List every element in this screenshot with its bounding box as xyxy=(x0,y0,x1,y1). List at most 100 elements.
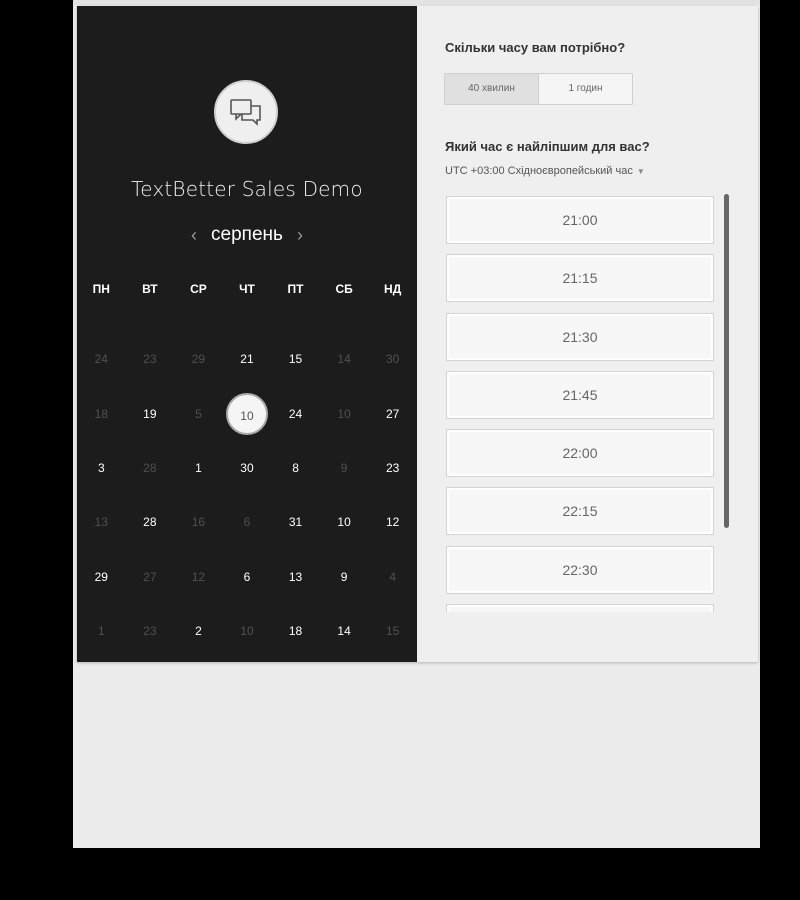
weekday-header: ПН ВТ СР ЧТ ПТ СБ НД xyxy=(77,282,417,296)
calendar-day-number: 23 xyxy=(143,352,157,367)
calendar-day[interactable]: 24 xyxy=(271,391,320,437)
prev-month-button[interactable]: ‹ xyxy=(191,226,197,244)
page-background: TextBetter Sales Demo ‹ серпень › ПН ВТ СР… xyxy=(73,0,760,848)
calendar-day[interactable]: 23 xyxy=(368,445,417,491)
calendar-day-number: 23 xyxy=(143,624,157,639)
duration-option-40-min[interactable]: 40 хвилин xyxy=(445,74,539,104)
weekday-label: ЧТ xyxy=(239,282,255,296)
duration-selector: 40 хвилин 1 годин xyxy=(444,73,633,105)
calendar-week: 29 27 12 6 13 9 4 xyxy=(77,550,417,604)
booking-card: TextBetter Sales Demo ‹ серпень › ПН ВТ СР… xyxy=(77,6,758,662)
calendar-day: 23 xyxy=(126,336,175,382)
time-slot-button[interactable]: 22:30 xyxy=(446,545,714,594)
calendar-day-number: 28 xyxy=(143,460,157,475)
calendar-day-number: 10 xyxy=(240,624,254,639)
calendar-day[interactable]: 10 xyxy=(320,499,369,545)
calendar-day[interactable]: 29 xyxy=(77,554,126,600)
calendar-day: 5 xyxy=(174,391,223,437)
calendar-day-number: 14 xyxy=(337,624,351,639)
calendar-day[interactable]: 28 xyxy=(126,499,175,545)
calendar-day: 10 xyxy=(223,608,272,654)
calendar-day-number: 10 xyxy=(337,406,351,421)
calendar-day[interactable]: 31 xyxy=(271,499,320,545)
weekday-label: НД xyxy=(384,282,402,296)
calendar-day: 16 xyxy=(174,499,223,545)
calendar-day-number: 14 xyxy=(337,352,351,367)
chat-bubbles-icon xyxy=(214,80,278,144)
time-slot-button[interactable]: 21:15 xyxy=(446,254,714,303)
calendar-day[interactable]: 6 xyxy=(223,554,272,600)
calendar-day-number: 6 xyxy=(243,515,251,530)
calendar-day-selected[interactable]: 10 xyxy=(223,391,272,437)
time-slot-button[interactable]: 22:00 xyxy=(446,429,714,478)
calendar-day-number: 13 xyxy=(288,569,303,584)
calendar-day-number: 29 xyxy=(191,352,206,367)
calendar-day-number: 19 xyxy=(143,406,157,421)
calendar-day[interactable]: 27 xyxy=(368,391,417,437)
calendar-week: 1 23 2 10 18 14 15 xyxy=(77,604,417,658)
calendar-day: 23 xyxy=(126,608,175,654)
calendar-day[interactable]: 19 xyxy=(126,391,175,437)
calendar-day[interactable]: 2 xyxy=(174,608,223,654)
calendar-day[interactable]: 30 xyxy=(223,445,272,491)
timezone-dropdown[interactable]: UTC +03:00 Східноєвропейський час ▼ xyxy=(445,165,645,177)
calendar-day-number: 8 xyxy=(292,460,299,475)
calendar-day: 24 xyxy=(77,336,126,382)
calendar-day-number: 2 xyxy=(195,624,202,639)
time-slot-button[interactable]: 21:45 xyxy=(446,370,714,419)
calendar-day: 18 xyxy=(77,391,126,437)
calendar-panel: TextBetter Sales Demo ‹ серпень › ПН ВТ СР… xyxy=(77,6,417,662)
calendar-day-number: 1 xyxy=(195,460,202,475)
time-slot-button[interactable]: 21:30 xyxy=(446,312,714,361)
calendar-grid: 24 23 29 21 15 14 30 18 19 5 10 24 10 27 3 28 1 30 8 9 23 13 2… xyxy=(77,332,417,658)
calendar-day-number: 12 xyxy=(191,569,206,584)
calendar-day-number: 24 xyxy=(288,406,303,421)
calendar-week: 18 19 5 10 24 10 27 xyxy=(77,386,417,440)
calendar-day[interactable]: 13 xyxy=(271,554,320,600)
calendar-day-number: 4 xyxy=(389,569,396,584)
calendar-day-number: 15 xyxy=(385,624,400,639)
calendar-day-number: 10 xyxy=(337,515,351,530)
calendar-day[interactable]: 9 xyxy=(320,554,369,600)
page-title: TextBetter Sales Demo xyxy=(131,177,363,201)
time-slot-list[interactable]: 21:00 21:15 21:30 21:45 22:00 22:15 22:30 xyxy=(446,196,718,612)
timezone-label: UTC +03:00 Східноєвропейський час xyxy=(445,165,633,177)
calendar-day[interactable]: 18 xyxy=(271,608,320,654)
time-slot-button[interactable]: 22:15 xyxy=(446,487,714,536)
calendar-day: 14 xyxy=(320,336,369,382)
weekday-label: ПН xyxy=(92,282,110,296)
month-navigation: ‹ серпень › xyxy=(77,222,417,248)
calendar-day[interactable]: 12 xyxy=(368,499,417,545)
calendar-day-number: 1 xyxy=(97,624,105,639)
calendar-day[interactable]: 8 xyxy=(271,445,320,491)
calendar-day-number: 9 xyxy=(340,569,348,584)
calendar-day-number: 30 xyxy=(385,352,400,367)
chevron-down-icon: ▼ xyxy=(636,167,645,176)
calendar-day-number: 27 xyxy=(143,569,157,584)
calendar-day[interactable]: 21 xyxy=(223,336,272,382)
calendar-day: 10 xyxy=(320,391,369,437)
calendar-day-number: 23 xyxy=(385,460,400,475)
calendar-day[interactable]: 1 xyxy=(174,445,223,491)
calendar-day: 4 xyxy=(368,554,417,600)
calendar-day-number: 29 xyxy=(94,569,108,584)
calendar-day[interactable]: 15 xyxy=(271,336,320,382)
scrollbar[interactable] xyxy=(724,194,729,528)
time-slot-button[interactable] xyxy=(446,604,714,612)
duration-option-1-hour[interactable]: 1 годин xyxy=(539,74,632,104)
calendar-day-number: 10 xyxy=(225,393,268,436)
calendar-day-number: 27 xyxy=(385,406,400,421)
calendar-day-number: 24 xyxy=(94,352,108,367)
time-slot-button[interactable]: 21:00 xyxy=(446,196,714,244)
weekday-label: СР xyxy=(190,282,207,296)
calendar-day[interactable]: 3 xyxy=(77,445,126,491)
time-panel: Скільки часу вам потрібно? 40 хвилин 1 г… xyxy=(417,6,758,662)
calendar-day: 12 xyxy=(174,554,223,600)
calendar-day: 15 xyxy=(368,608,417,654)
calendar-day-number: 30 xyxy=(240,460,254,475)
calendar-day-number: 9 xyxy=(340,460,348,475)
next-month-button[interactable]: › xyxy=(297,226,303,244)
calendar-day[interactable]: 14 xyxy=(320,608,369,654)
calendar-day: 30 xyxy=(368,336,417,382)
calendar-day-number: 28 xyxy=(143,515,157,530)
